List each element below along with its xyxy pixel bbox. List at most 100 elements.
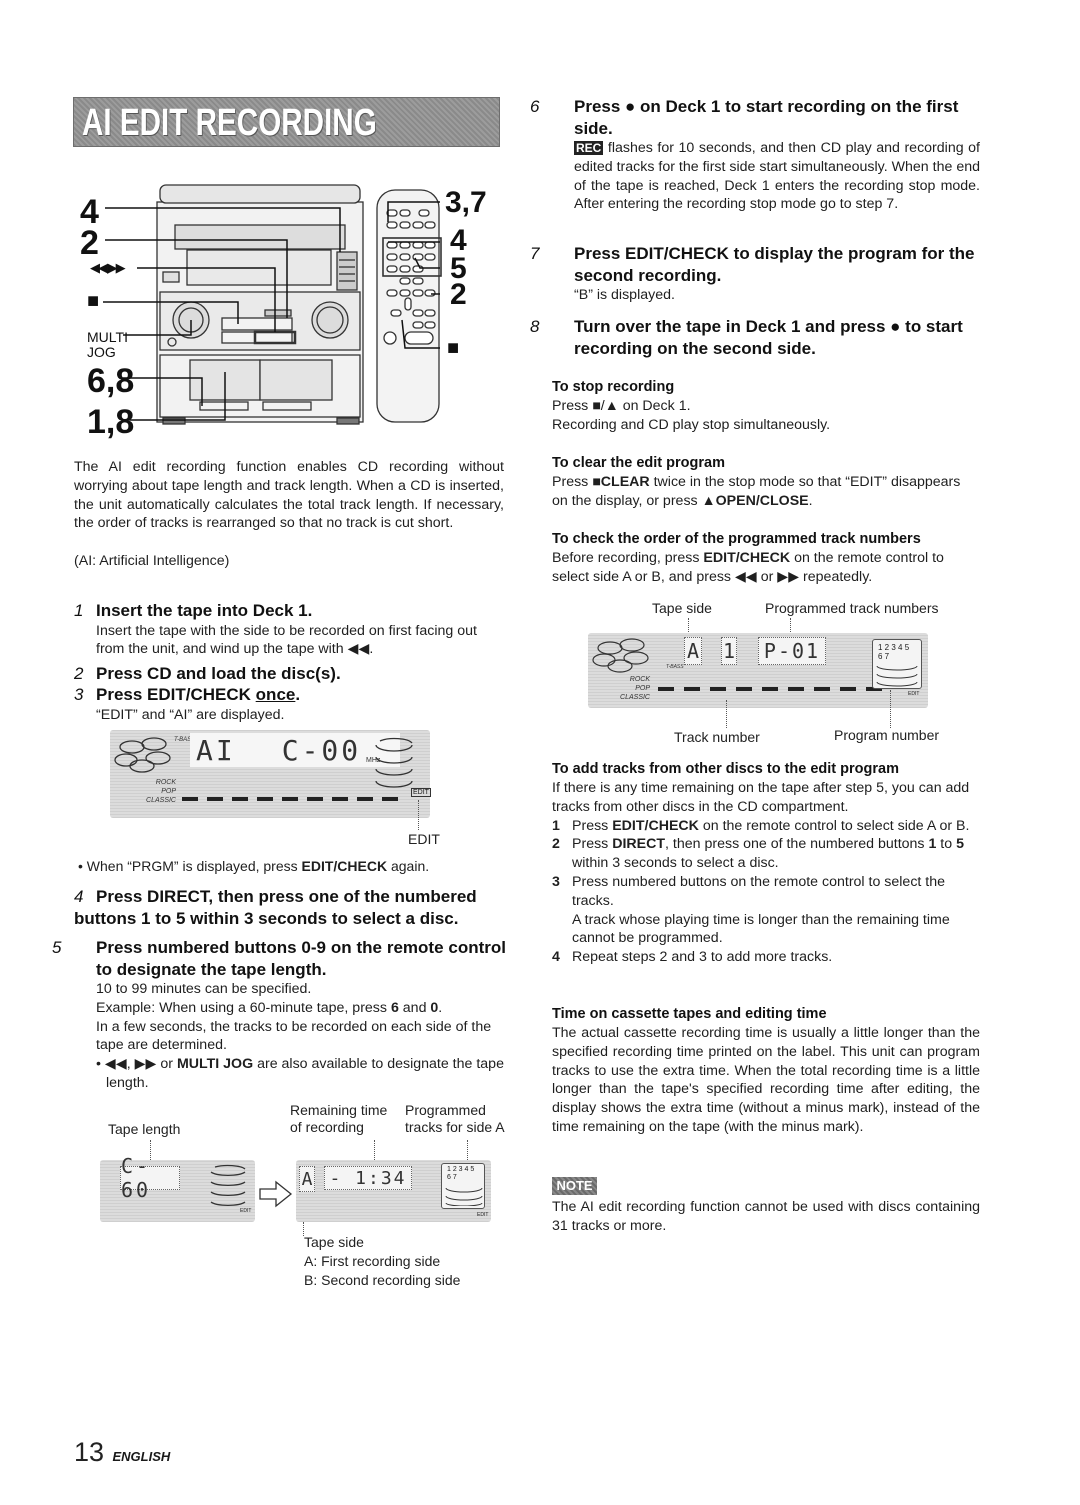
step-number: 1: [74, 601, 84, 620]
step-heading: Insert the tape into Deck 1.: [96, 601, 313, 620]
body-text: Press: [572, 836, 613, 853]
section-heading: To clear the edit program: [552, 455, 725, 471]
label-tape-side: Tape side: [652, 600, 712, 616]
genre-classic: CLASSIC: [620, 694, 650, 701]
callout-left-2: 2: [80, 224, 99, 262]
title-banner: AI EDIT RECORDING: [73, 97, 500, 147]
step-7: 7 Press EDIT/CHECK to display the program…: [530, 243, 980, 305]
lcd-tape-side: A: [684, 637, 702, 665]
edit-label: EDIT: [408, 831, 440, 847]
callout-multi-jog: MULTI JOG: [87, 329, 128, 360]
body-text: Press: [552, 474, 593, 490]
intro-note: (AI: Artificial Intelligence): [74, 553, 230, 569]
body-text: .: [808, 492, 813, 509]
step-body-line: In a few seconds, the tracks to be recor…: [96, 1018, 492, 1054]
page-footer: 13 ENGLISH: [74, 1437, 170, 1468]
lcd-display-ai: T-BASS AI C-00 MHz ROCK POP CLASSIC EDIT: [110, 730, 431, 818]
add-step-3-note: A track whose playing time is longer tha…: [572, 911, 950, 947]
label-programmed-track-numbers: Programmed track numbers: [765, 600, 939, 616]
body-text: Press: [572, 817, 613, 834]
disc-stack-icon: [445, 1187, 483, 1206]
example-key-6: 6: [390, 999, 399, 1016]
genre-rock: ROCK: [155, 779, 176, 786]
genre-list: ROCK POP CLASSIC: [614, 675, 650, 702]
section-heading: To check the order of the programmed tra…: [552, 531, 921, 547]
step-4: 4 Press DIRECT, then press one of the num…: [74, 886, 506, 929]
section-heading: Time on cassette tapes and editing time: [552, 1006, 827, 1022]
step-6: 6 Press ● on Deck 1 to start recording on…: [530, 96, 980, 214]
section-time-on-tapes: Time on cassette tapes and editing time …: [552, 1005, 980, 1137]
tip-text-end: again.: [387, 858, 430, 874]
stereo-and-remote-drawing: [103, 184, 442, 425]
step-example: Example: When using a 60-minute tape, pr…: [74, 999, 506, 1018]
step-heading: Press EDIT/CHECK: [96, 685, 256, 704]
add-step-number: 4: [552, 949, 560, 966]
disc-stack-icon: [876, 665, 918, 687]
intro-text: The AI edit recording function enables C…: [74, 459, 504, 532]
tracks-row-1: 1 2 3 4 5: [878, 643, 910, 652]
add-step-2: 2 Press DIRECT, then press one of the num…: [552, 835, 980, 873]
step-body: REC flashes for 10 seconds, and then CD …: [552, 139, 980, 214]
section-to-add: To add tracks from other discs to the ed…: [552, 760, 980, 967]
step-3: 3 Press EDIT/CHECK once. “EDIT” and “AI” …: [74, 684, 506, 724]
leader-line: [890, 690, 891, 728]
section-body: Press ■CLEAR twice in the stop mode so t…: [552, 473, 980, 511]
rec-indicator: REC: [574, 141, 604, 155]
lcd-tape-length: C-60: [120, 1154, 180, 1202]
label-side-a: A: First recording side: [304, 1253, 441, 1269]
step-heading: Press CD and load the disc(s).: [96, 664, 341, 683]
body-text: on the remote control to select side A o…: [698, 817, 970, 834]
clear-button-ref: ■CLEAR: [592, 474, 650, 490]
section-to-clear: To clear the edit program Press ■CLEAR t…: [552, 454, 980, 511]
label-tape-length: Tape length: [108, 1121, 181, 1137]
level-meter: [658, 687, 882, 691]
genre-pop: POP: [635, 685, 650, 692]
genre-classic: CLASSIC: [146, 797, 176, 804]
add-step-number: 3: [552, 873, 560, 890]
label-program-number: Program number: [834, 727, 940, 743]
disc-stack-icon: [210, 1164, 246, 1206]
step-8: 8 Turn over the tape in Deck 1 and press …: [530, 316, 980, 359]
label-side-b: B: Second recording side: [304, 1272, 461, 1288]
programmed-tracks-box: 1 2 3 4 5 6 7: [872, 639, 922, 689]
leader-line: [790, 618, 791, 634]
section-to-check: To check the order of the programmed tra…: [552, 530, 980, 587]
example-text: Example: When using a 60-minute tape, pr…: [96, 999, 391, 1016]
disc-stack-icon: [375, 737, 413, 788]
step-heading: Press numbered buttons 0-9 on the remote…: [96, 938, 506, 979]
step-heading-emphasis: once: [255, 685, 296, 704]
step-number: 7: [530, 244, 540, 263]
step-1: 1 Insert the tape into Deck 1. Insert the…: [74, 600, 506, 659]
step-heading: Press ● on Deck 1 to start recording on …: [574, 97, 959, 138]
step-heading: Press DIRECT, then press one of the numb…: [74, 887, 477, 928]
lcd-display-after: A - 1:34 1 2 3 4 5 6 7 EDIT: [296, 1160, 491, 1222]
lcd-text-ai: AI: [196, 733, 236, 767]
step-body: “B” is displayed.: [574, 287, 675, 303]
section-body: Press ■/▲ on Deck 1.: [552, 398, 691, 414]
arrow-right-icon: [259, 1180, 293, 1208]
body-text: Press numbered buttons on the remote con…: [572, 873, 946, 909]
leader-line: [726, 700, 727, 728]
lcd-program-number: P-01: [758, 637, 826, 665]
add-step-1: 1 Press EDIT/CHECK on the remote control …: [552, 817, 980, 836]
section-to-stop: To stop recording Press ■/▲ on Deck 1. R…: [552, 378, 980, 435]
step-body-text: flashes for 10 seconds, and then CD play…: [574, 140, 980, 213]
bullet-text: • ◀◀, ▶▶ or: [96, 1056, 177, 1073]
edit-leader-line: [418, 800, 419, 830]
edit-indicator: EDIT: [411, 788, 431, 797]
callout-left-rew-ff: ◀◀,▶▶: [90, 260, 126, 275]
intro-paragraph: The AI edit recording function enables C…: [74, 458, 504, 533]
step-number: 6: [530, 97, 540, 116]
body-text: to: [936, 836, 957, 853]
page-number: 13: [74, 1437, 105, 1467]
note-badge: NOTE: [552, 1177, 597, 1195]
body-text: , then press one of the numbered buttons: [665, 836, 929, 853]
body-bold: DIRECT: [612, 836, 666, 853]
lcd-remaining-time: - 1:34: [324, 1166, 412, 1190]
tracks-row-1: 1 2 3 4 5: [447, 1166, 475, 1173]
add-step-3: 3 Press numbered buttons on the remote co…: [552, 873, 980, 911]
body-bold: EDIT/CHECK: [612, 817, 699, 834]
stereo-illustration: 4 2 ◀◀,▶▶ ■ MULTI JOG 6,8 1,8 3,7 4 5 2 …: [75, 180, 510, 450]
body-text: Before recording, press: [552, 550, 704, 566]
tracks-row-2: 6 7: [878, 652, 890, 661]
